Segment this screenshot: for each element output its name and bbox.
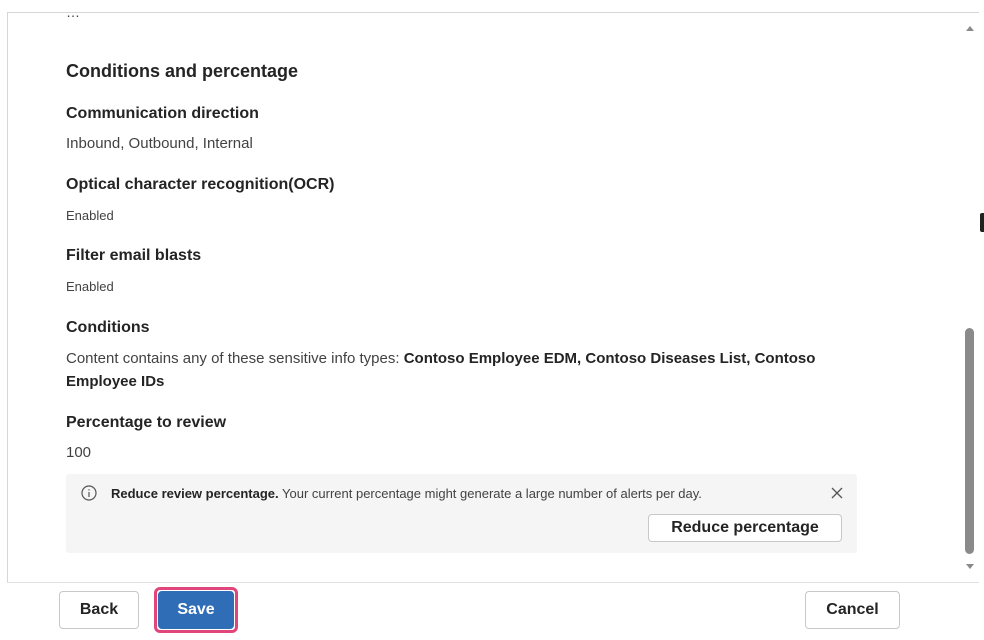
- footer-actions: Back Save Cancel: [7, 582, 979, 638]
- percentage-label: Percentage to review: [66, 414, 227, 431]
- scroll-thumb[interactable]: [965, 328, 974, 554]
- section-title: Conditions and percentage: [66, 61, 299, 81]
- cancel-button[interactable]: Cancel: [805, 591, 900, 629]
- filter-email-blasts-value: Enabled: [66, 279, 114, 294]
- ocr-value: Enabled: [66, 208, 114, 223]
- close-icon[interactable]: [829, 485, 845, 501]
- edge-handle: [980, 213, 984, 232]
- partial-text: …: [66, 12, 80, 20]
- conditions-prefix: Content contains any of these sensitive …: [66, 350, 404, 367]
- conditions-label: Conditions: [66, 319, 150, 336]
- ocr-label: Optical character recognition(OCR): [66, 176, 335, 193]
- notice-message: Your current percentage might generate a…: [278, 486, 702, 501]
- back-button[interactable]: Back: [59, 591, 139, 629]
- notice-title: Reduce review percentage.: [111, 486, 279, 501]
- review-panel: … Conditions and percentage Communicatio…: [7, 12, 979, 638]
- scroll-down-arrow-icon[interactable]: [966, 564, 974, 569]
- reduce-percentage-notice: Reduce review percentage. Your current p…: [66, 474, 857, 553]
- filter-email-blasts-label: Filter email blasts: [66, 247, 202, 264]
- info-icon: [81, 485, 97, 501]
- communication-direction-value: Inbound, Outbound, Internal: [66, 135, 253, 152]
- conditions-value: Content contains any of these sensitive …: [66, 347, 856, 393]
- vertical-scrollbar[interactable]: [962, 16, 980, 576]
- communication-direction-label: Communication direction: [66, 105, 259, 122]
- percentage-value: 100: [66, 444, 92, 461]
- scroll-up-arrow-icon[interactable]: [966, 26, 974, 31]
- reduce-percentage-button[interactable]: Reduce percentage: [648, 514, 842, 542]
- save-button[interactable]: Save: [158, 591, 234, 629]
- notice-text: Reduce review percentage. Your current p…: [111, 486, 702, 501]
